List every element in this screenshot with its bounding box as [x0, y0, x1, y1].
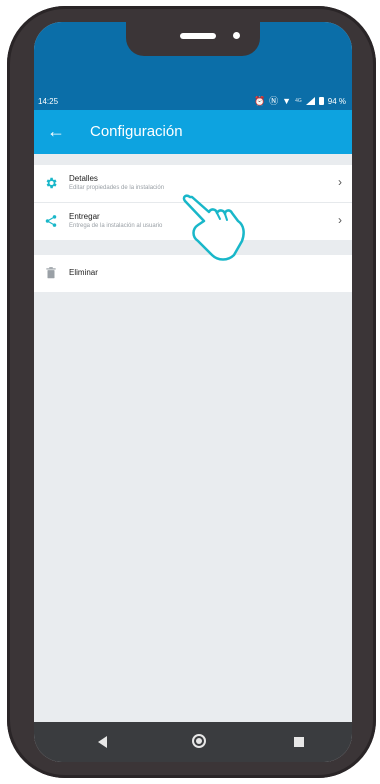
nav-back-icon[interactable]: [98, 736, 107, 748]
arrow-left-icon[interactable]: ←: [44, 120, 68, 144]
nav-home-icon[interactable]: [192, 734, 206, 748]
list-item-subtitle: Entrega de la instalación al usuario: [69, 223, 163, 229]
app-bar: ← Configuración: [34, 110, 352, 154]
battery-icon: [318, 97, 324, 105]
camera-icon: [233, 32, 240, 39]
phone-screen: 14:25 ⏰ Ⓝ ▼ 4G 94 % ← Configuración Deta…: [34, 22, 352, 762]
wifi-icon: ▼: [282, 96, 292, 106]
status-bar: 14:25 ⏰ Ⓝ ▼ 4G 94 %: [34, 94, 352, 110]
network-type: 4G: [295, 98, 302, 104]
chevron-right-icon: ›: [338, 175, 342, 189]
share-icon: [45, 215, 57, 227]
alarm-icon: ⏰: [253, 96, 266, 106]
battery-level: 94 %: [327, 96, 346, 106]
tap-hand-icon: [182, 194, 245, 261]
signal-icon: [305, 97, 315, 105]
page-title: Configuración: [90, 123, 183, 140]
chevron-right-icon: ›: [338, 213, 342, 227]
nfc-icon: Ⓝ: [269, 96, 279, 106]
trash-icon: [46, 267, 56, 279]
list-item-title: Eliminar: [69, 268, 98, 277]
list-item-title: Entregar: [69, 212, 100, 221]
phone-notch: [126, 22, 260, 56]
navigation-bar: [34, 722, 352, 762]
nav-recents-icon[interactable]: [294, 737, 304, 747]
list-item-title: Detalles: [69, 174, 98, 183]
list-item-subtitle: Editar propiedades de la instalación: [69, 185, 165, 191]
status-time: 14:25: [38, 97, 59, 106]
status-icons: ⏰ Ⓝ ▼ 4G 94 %: [254, 96, 346, 106]
gear-icon: [46, 177, 57, 189]
speaker-icon: [180, 33, 216, 39]
